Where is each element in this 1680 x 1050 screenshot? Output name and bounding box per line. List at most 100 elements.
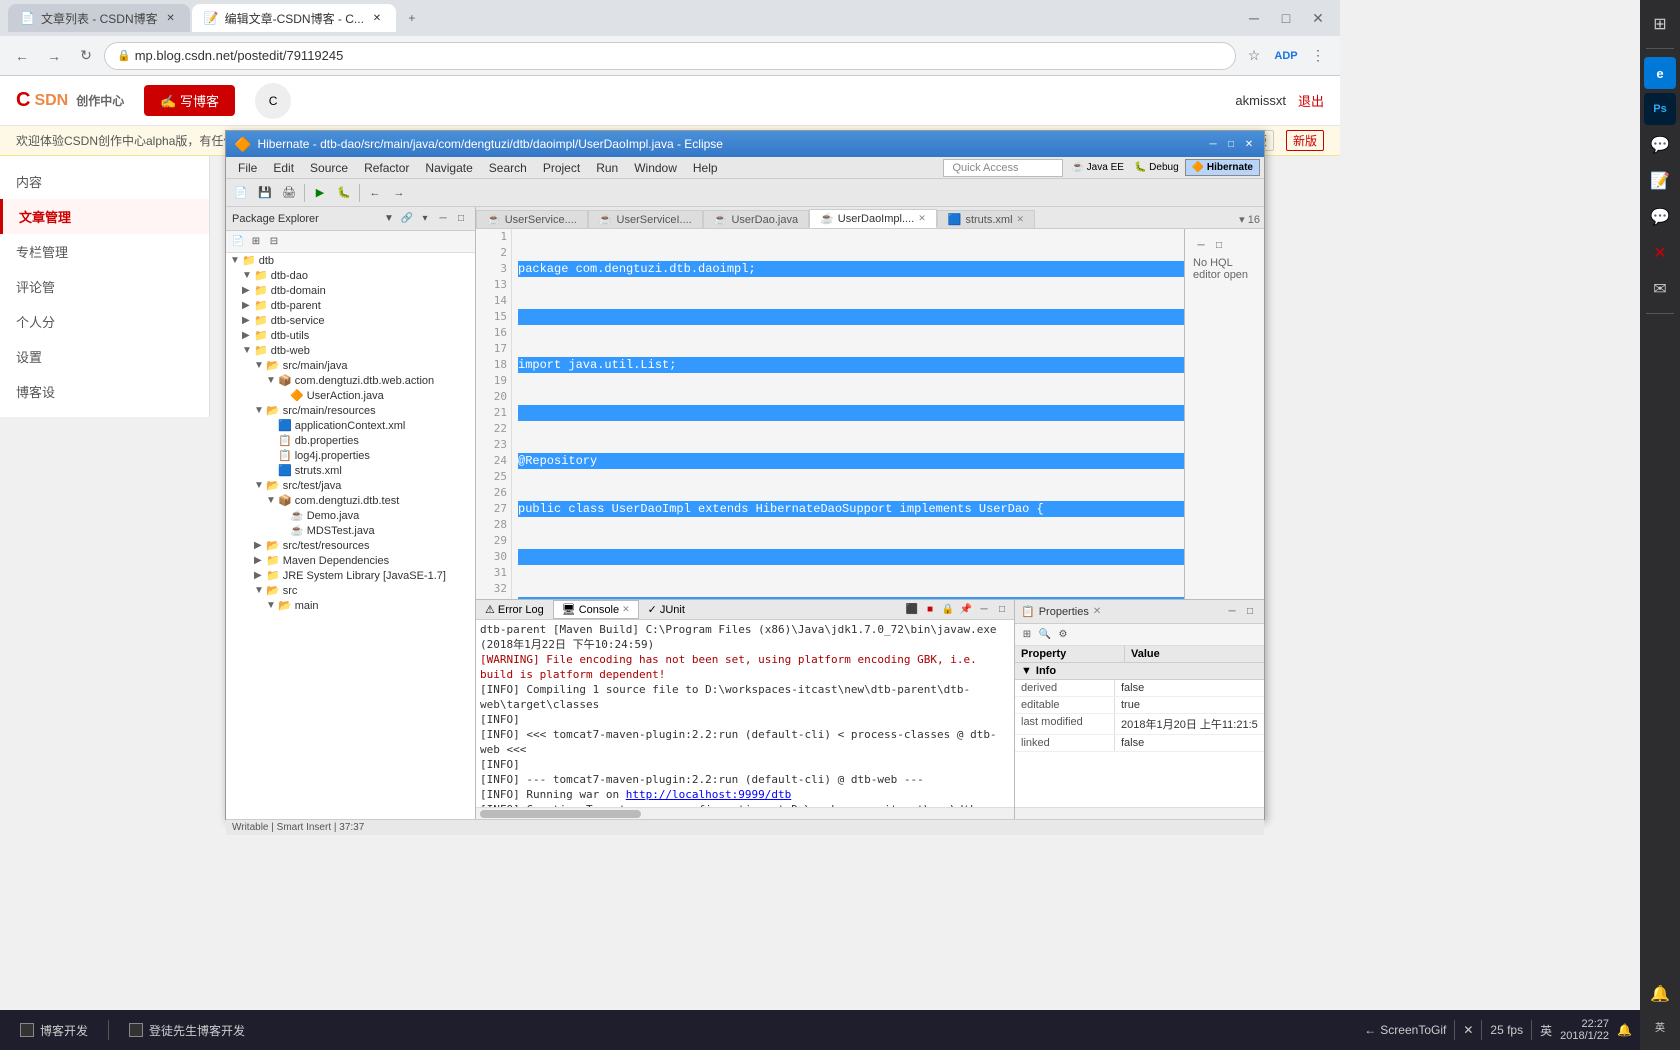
tree-item-maven-deps[interactable]: ▶ 📁 Maven Dependencies bbox=[226, 553, 475, 568]
new-tab-button[interactable]: + bbox=[398, 4, 426, 32]
console-tab-console[interactable]: 🖥 Console ✕ bbox=[553, 600, 639, 619]
photoshop-icon[interactable]: Ps bbox=[1644, 93, 1676, 125]
tab-close-userdaoimpl[interactable]: ✕ bbox=[918, 213, 926, 224]
sidebar-item-profile[interactable]: 个人分 bbox=[0, 304, 209, 339]
eclipse-close[interactable]: ✕ bbox=[1242, 137, 1256, 151]
toolbar-back[interactable]: ← bbox=[364, 182, 386, 204]
new-resource[interactable]: 📄 bbox=[230, 234, 246, 250]
menu-navigate[interactable]: Navigate bbox=[417, 159, 480, 177]
browser-tab-1[interactable]: 📄 文章列表 - CSDN博客 ✕ bbox=[8, 4, 190, 32]
sidebar-item-content[interactable]: 内容 bbox=[0, 164, 209, 199]
tab2-close[interactable]: ✕ bbox=[370, 11, 384, 25]
editor-tab-userservicei[interactable]: ☕ UserServiceI.... bbox=[588, 210, 703, 228]
properties-minimize[interactable]: ─ bbox=[1224, 604, 1240, 620]
debug-persp[interactable]: 🐛 Debug bbox=[1130, 160, 1183, 175]
eclipse-minimize[interactable]: ─ bbox=[1206, 137, 1220, 151]
sidebar-item-blog-settings[interactable]: 博客设 bbox=[0, 374, 209, 409]
expand-all[interactable]: ⊞ bbox=[248, 234, 264, 250]
menu-run[interactable]: Run bbox=[588, 159, 626, 177]
tree-item-demo[interactable]: ☕ Demo.java bbox=[226, 508, 475, 523]
tree-item-mdstest[interactable]: ☕ MDSTest.java bbox=[226, 523, 475, 538]
hql-maximize[interactable]: □ bbox=[1211, 237, 1227, 253]
properties-scrollbar[interactable] bbox=[1015, 807, 1264, 819]
quick-access-input[interactable]: Quick Access bbox=[943, 159, 1063, 177]
tree-item-src-test-java[interactable]: ▼ 📂 src/test/java bbox=[226, 478, 475, 493]
tree-item-dtb-web[interactable]: ▼ 📁 dtb-web bbox=[226, 343, 475, 358]
console-tab-junit[interactable]: ✓ JUnit bbox=[639, 600, 694, 619]
minimize-view[interactable]: ─ bbox=[435, 211, 451, 227]
hibernate-persp[interactable]: 🔶 Hibernate bbox=[1185, 159, 1260, 176]
address-bar[interactable]: 🔒 mp.blog.csdn.net/postedit/79119245 bbox=[104, 42, 1236, 70]
console-minimize[interactable]: ─ bbox=[976, 602, 992, 618]
editor-tab-userdao[interactable]: ☕ UserDao.java bbox=[703, 210, 809, 228]
tree-item-dtb-utils[interactable]: ▶ 📁 dtb-utils bbox=[226, 328, 475, 343]
prop-categories[interactable]: ⊞ bbox=[1019, 627, 1035, 643]
tab1-close[interactable]: ✕ bbox=[164, 11, 178, 25]
tree-item-src-main-res[interactable]: ▼ 📂 src/main/resources bbox=[226, 403, 475, 418]
task-back-btn[interactable]: ← ScreenToGif bbox=[1364, 1023, 1446, 1037]
tree-item-dtb[interactable]: ▼ 📁 dtb bbox=[226, 253, 475, 268]
tree-item-test-pkg[interactable]: ▼ 📦 com.dengtuzi.dtb.test bbox=[226, 493, 475, 508]
java-ee-persp[interactable]: ☕ Java EE bbox=[1067, 160, 1127, 175]
collapse-all[interactable]: ▼ bbox=[381, 211, 397, 227]
link-editor[interactable]: 🔗 bbox=[399, 211, 415, 227]
menu-button[interactable]: ⋮ bbox=[1304, 42, 1332, 70]
eclipse-restore[interactable]: □ bbox=[1224, 137, 1238, 151]
mail-icon[interactable]: ✉ bbox=[1644, 273, 1676, 305]
tree-item-dtb-parent[interactable]: ▶ 📁 dtb-parent bbox=[226, 298, 475, 313]
code-editor[interactable]: package com.dengtuzi.dtb.daoimpl; import… bbox=[512, 229, 1184, 599]
tree-item-dtb-dao[interactable]: ▼ 📁 dtb-dao bbox=[226, 268, 475, 283]
extensions-button[interactable]: ADP bbox=[1272, 42, 1300, 70]
toolbar-run[interactable]: ▶ bbox=[309, 182, 331, 204]
sidebar-item-comments[interactable]: 评论管 bbox=[0, 269, 209, 304]
console-pin[interactable]: 📌 bbox=[958, 602, 974, 618]
tree-item-log4j[interactable]: 📋 log4j.properties bbox=[226, 448, 475, 463]
browser-tab-2[interactable]: 📝 编辑文章-CSDN博客 - C... ✕ bbox=[192, 4, 396, 32]
red-x-icon[interactable]: ✕ bbox=[1644, 237, 1676, 269]
toolbar-new[interactable]: 📄 bbox=[230, 182, 252, 204]
tree-item-src[interactable]: ▼ 📂 src bbox=[226, 583, 475, 598]
menu-file[interactable]: File bbox=[230, 159, 265, 177]
edge-icon[interactable]: e bbox=[1644, 57, 1676, 89]
avatar[interactable]: C bbox=[255, 83, 291, 119]
tree-item-action-pkg[interactable]: ▼ 📦 com.dengtuzi.dtb.web.action bbox=[226, 373, 475, 388]
menu-edit[interactable]: Edit bbox=[265, 159, 302, 177]
editor-tab-userservice[interactable]: ☕ UserService.... bbox=[476, 210, 588, 228]
tree-item-dtb-domain[interactable]: ▶ 📁 dtb-domain bbox=[226, 283, 475, 298]
tree-item-struts[interactable]: 🟦 struts.xml bbox=[226, 463, 475, 478]
logout-button[interactable]: 退出 bbox=[1298, 91, 1324, 110]
menu-source[interactable]: Source bbox=[302, 159, 356, 177]
minimize-browser[interactable]: ─ bbox=[1240, 4, 1268, 32]
console-tab-errorlog[interactable]: ⚠ Error Log bbox=[476, 600, 553, 619]
console-tab-close[interactable]: ✕ bbox=[622, 604, 630, 615]
new-version-btn[interactable]: 新版 bbox=[1286, 130, 1324, 151]
tab-close-struts[interactable]: ✕ bbox=[1017, 214, 1025, 225]
console-scrollbar[interactable] bbox=[476, 807, 1014, 819]
maximize-view[interactable]: □ bbox=[453, 211, 469, 227]
keyboard-icon[interactable]: 英 bbox=[1644, 1010, 1676, 1042]
prop-filter[interactable]: 🔍 bbox=[1037, 627, 1053, 643]
notes-icon[interactable]: 📝 bbox=[1644, 165, 1676, 197]
task-dengtu-blog[interactable]: 登徒先生博客开发 bbox=[117, 1018, 257, 1043]
menu-window[interactable]: Window bbox=[626, 159, 685, 177]
console-tomcat-link[interactable]: http://localhost:9999/dtb bbox=[626, 788, 792, 801]
tree-item-src-main-java[interactable]: ▼ 📂 src/main/java bbox=[226, 358, 475, 373]
tree-item-appcontext[interactable]: 🟦 applicationContext.xml bbox=[226, 418, 475, 433]
toolbar-forward[interactable]: → bbox=[388, 182, 410, 204]
console-stop[interactable]: ■ bbox=[922, 602, 938, 618]
editor-tab-struts[interactable]: 🟦 struts.xml ✕ bbox=[937, 210, 1035, 228]
tabs-overflow-button[interactable]: ▾ 16 bbox=[1235, 211, 1264, 228]
menu-project[interactable]: Project bbox=[535, 159, 588, 177]
close-browser[interactable]: ✕ bbox=[1304, 4, 1332, 32]
forward-button[interactable]: → bbox=[40, 42, 68, 70]
hql-minimize[interactable]: ─ bbox=[1193, 237, 1209, 253]
windows-start-icon[interactable]: ⊞ bbox=[1644, 8, 1676, 40]
tree-item-dbprops[interactable]: 📋 db.properties bbox=[226, 433, 475, 448]
toolbar-print[interactable]: 🖨 bbox=[278, 182, 300, 204]
properties-maximize[interactable]: □ bbox=[1242, 604, 1258, 620]
sidebar-item-settings[interactable]: 设置 bbox=[0, 339, 209, 374]
prop-section-info[interactable]: ▼ Info bbox=[1015, 663, 1264, 680]
bookmark-button[interactable]: ☆ bbox=[1240, 42, 1268, 70]
console-maximize[interactable]: □ bbox=[994, 602, 1010, 618]
menu-help[interactable]: Help bbox=[685, 159, 726, 177]
